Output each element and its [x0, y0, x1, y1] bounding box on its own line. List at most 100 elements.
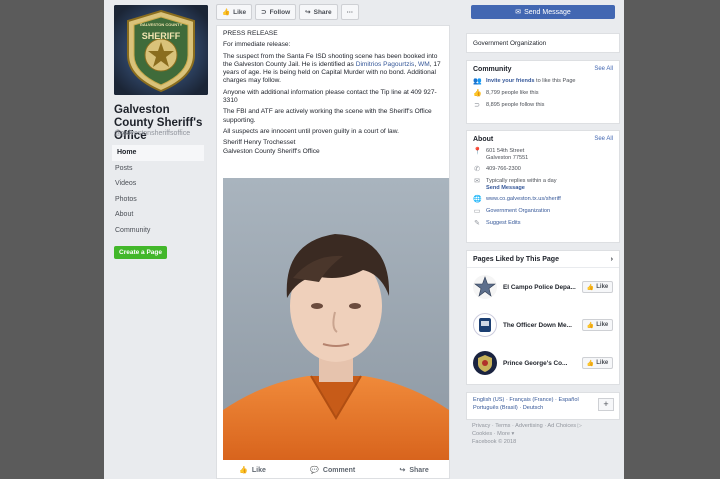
liked-page-like-button[interactable]: 👍 Like	[582, 357, 613, 369]
page-follow-label: Follow	[269, 8, 291, 16]
create-page-button[interactable]: Create a Page	[114, 246, 167, 259]
liked-page-avatar[interactable]	[473, 313, 497, 337]
post-paragraph-innocent: All suspects are innocent until proven g…	[223, 127, 399, 135]
map-pin-icon: 📍	[473, 148, 482, 155]
share-arrow-icon: ↪	[399, 467, 406, 474]
thumbs-up-icon: 👍	[239, 467, 248, 474]
send-message-button[interactable]: ✉ Send Message	[471, 5, 615, 19]
liked-page-name[interactable]: El Campo Police Depa...	[503, 284, 576, 291]
phone-number[interactable]: 409-766-2300	[486, 166, 521, 173]
page-nav: Home Posts Videos Photos About Community	[112, 145, 204, 238]
post-share-button[interactable]: ↪ Share	[399, 466, 429, 475]
thumbs-up-icon: 👍	[473, 90, 482, 97]
invite-friends-row: 👥 Invite your friends to like this Page	[467, 76, 619, 88]
post-share-label: Share	[409, 466, 429, 474]
likes-count: 8,799 people like this	[486, 90, 539, 96]
phone-row: ✆ 409-766-2300	[467, 164, 619, 176]
liked-page-name[interactable]: Prince George's Co...	[503, 360, 576, 367]
post-photo[interactable]	[223, 178, 449, 460]
pages-liked-header: Pages Liked by This Page ›	[467, 251, 619, 268]
community-header: Community See All	[467, 61, 619, 76]
response-row: ✉ Typically replies within a day Send Mes…	[467, 176, 619, 194]
footer-line-2[interactable]: Cookies · More ▾	[472, 430, 618, 438]
likes-count-row: 👍 8,799 people like this	[467, 88, 619, 100]
chevron-right-icon[interactable]: ›	[611, 256, 613, 263]
website-link[interactable]: www.co.galveston.tx.us/sheriff	[486, 196, 561, 203]
suggest-edits-link[interactable]: Suggest Edits	[486, 220, 521, 227]
share-arrow-icon: ↪	[305, 9, 311, 16]
police-star-icon	[474, 276, 496, 297]
about-see-all-link[interactable]: See All	[594, 136, 613, 143]
nav-item-videos[interactable]: Videos	[112, 176, 204, 192]
page-follow-button[interactable]: ⊃ Follow	[255, 4, 297, 20]
liked-page-like-button[interactable]: 👍 Like	[582, 319, 613, 331]
address-line-2: Galveston 77551	[486, 155, 529, 161]
page-like-button[interactable]: 👍 Like	[216, 4, 253, 20]
language-card: English (US) · Français (France) · Españ…	[466, 392, 620, 420]
suspect-name-link[interactable]: Dimitrios Pagourtzis	[356, 61, 415, 68]
post-line-immediate: For immediate release:	[223, 41, 291, 49]
post-signature-name: Sheriff Henry Trochesset	[223, 139, 296, 147]
send-message-label: Send Message	[524, 8, 571, 16]
liked-page-like-button[interactable]: 👍 Like	[582, 281, 613, 293]
county-badge-icon	[478, 355, 492, 372]
liked-page-item: The Officer Down Me... 👍 Like	[467, 306, 619, 344]
about-send-message-link[interactable]: Send Message	[486, 185, 525, 191]
website-row: 🌐 www.co.galveston.tx.us/sheriff	[467, 194, 619, 206]
post-heading: PRESS RELEASE	[223, 30, 278, 37]
response-text: Typically replies within a day Send Messa…	[486, 178, 557, 192]
pages-liked-card: Pages Liked by This Page › El Campo Poli…	[466, 250, 620, 385]
pages-liked-title: Pages Liked by This Page	[473, 256, 559, 263]
post-like-button[interactable]: 👍 Like	[239, 466, 266, 475]
about-title: About	[473, 136, 494, 143]
messenger-icon: ✉	[515, 9, 522, 16]
globe-icon: 🌐	[473, 196, 482, 203]
liked-page-avatar[interactable]	[473, 275, 497, 299]
page-container: SHERIFF GALVESTON COUNTY Galveston Count…	[104, 0, 624, 479]
nav-item-photos[interactable]: Photos	[112, 192, 204, 208]
post-like-label: Like	[251, 466, 266, 474]
about-header: About See All	[467, 131, 619, 146]
invite-rest-text: to like this Page	[534, 78, 576, 84]
language-list-line-1[interactable]: English (US) · Français (France) · Españ…	[473, 397, 613, 405]
category-label: Government Organization	[473, 40, 547, 47]
mugshot-image	[223, 178, 449, 460]
category-card: Government Organization	[466, 33, 620, 53]
page-title[interactable]: Galveston County Sheriff's Office	[114, 104, 210, 143]
about-card: About See All 📍 601 54th Street Galveston…	[466, 130, 620, 243]
follows-count: 8,895 people follow this	[486, 102, 545, 108]
post-comment-button[interactable]: 💬 Comment	[310, 466, 356, 475]
nav-item-community[interactable]: Community	[112, 223, 204, 239]
nav-item-about[interactable]: About	[112, 207, 204, 223]
add-language-button[interactable]: +	[598, 398, 614, 411]
nav-item-posts[interactable]: Posts	[112, 161, 204, 177]
page-like-label: Like	[233, 8, 247, 16]
phone-icon: ✆	[474, 166, 480, 173]
thumbs-up-icon: 👍	[586, 322, 595, 329]
officer-down-icon	[479, 318, 491, 332]
page-profile-logo[interactable]: SHERIFF GALVESTON COUNTY	[114, 5, 208, 95]
category-icon: ▭	[473, 208, 481, 215]
thumbs-up-icon: 👍	[586, 284, 595, 291]
wm-hashtag-link[interactable]: WM	[418, 61, 430, 68]
nav-item-home[interactable]: Home	[112, 145, 204, 161]
logo-county-text: GALVESTON COUNTY	[140, 22, 183, 27]
footer-line-1[interactable]: Privacy · Terms · Advertising · Ad Choic…	[472, 422, 618, 430]
page-handle[interactable]: @galvestonsheriffsoffice	[114, 130, 190, 137]
post-paragraph-suspect: The suspect from the Santa Fe ISD shooti…	[223, 53, 445, 86]
like-label: Like	[596, 360, 609, 366]
page-share-button[interactable]: ↪ Share	[299, 4, 338, 20]
community-see-all-link[interactable]: See All	[594, 66, 613, 73]
more-options-button[interactable]: ···	[340, 4, 360, 20]
post-comment-label: Comment	[322, 466, 356, 474]
liked-page-name[interactable]: The Officer Down Me...	[503, 322, 576, 329]
comment-bubble-icon: 💬	[310, 467, 319, 474]
invite-icon: 👥	[473, 78, 482, 85]
language-list-line-2[interactable]: Português (Brasil) · Deutsch	[473, 405, 613, 413]
about-category-link[interactable]: Government Organization	[486, 208, 550, 215]
messenger-icon: ✉	[474, 178, 480, 185]
pencil-icon: ✎	[474, 220, 480, 227]
invite-friends-link[interactable]: Invite your friends	[486, 78, 535, 84]
liked-page-avatar[interactable]	[473, 351, 497, 375]
footer-links: Privacy · Terms · Advertising · Ad Choic…	[472, 422, 618, 446]
